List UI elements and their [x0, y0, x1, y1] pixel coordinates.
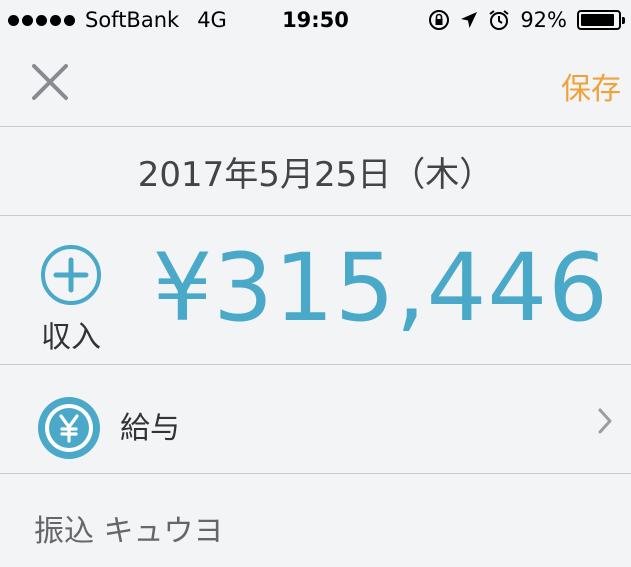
transaction-type-toggle[interactable]: 収入	[36, 244, 106, 356]
transaction-type-label: 収入	[41, 320, 101, 355]
date-selector[interactable]: 2017年5月25日（木）	[0, 127, 631, 215]
orientation-lock-icon	[429, 10, 450, 30]
status-bar: SoftBank 4G 19:50 92%	[0, 0, 631, 40]
plus-circle-icon	[41, 245, 101, 305]
category-selector[interactable]: 給与	[0, 365, 631, 473]
navigation-bar: 保存	[0, 40, 631, 126]
signal-strength-icon	[8, 14, 75, 26]
network-type: 4G	[197, 8, 227, 32]
status-bar-right: 92%	[428, 8, 625, 32]
date-label: 2017年5月25日（木）	[137, 154, 494, 195]
divider	[0, 473, 631, 474]
battery-icon	[577, 10, 625, 30]
chevron-right-icon	[598, 408, 612, 434]
close-icon[interactable]	[28, 60, 72, 104]
alarm-icon	[489, 10, 509, 30]
save-button[interactable]: 保存	[561, 64, 621, 108]
amount-display[interactable]: ¥315,446	[152, 234, 609, 343]
battery-level-fill	[581, 14, 614, 26]
carrier-name: SoftBank	[85, 8, 180, 32]
category-label: 給与	[120, 411, 180, 446]
yen-icon	[38, 397, 100, 459]
divider	[0, 215, 631, 216]
battery-percent: 92%	[520, 8, 567, 32]
status-bar-left: SoftBank 4G	[8, 8, 227, 32]
location-arrow-icon	[461, 12, 478, 28]
memo-field[interactable]: 振込 キュウヨ	[34, 506, 224, 550]
